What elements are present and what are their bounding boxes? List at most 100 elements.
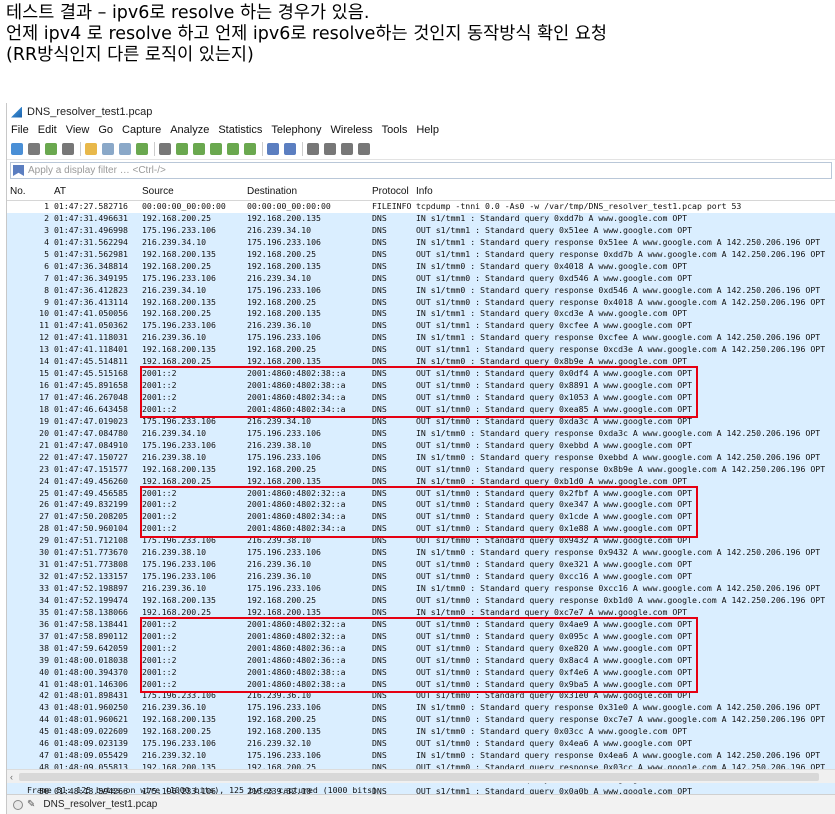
table-row[interactable]: 41 01:48:01.146306 2001::2 2001:4860:4802:3… [7,678,835,691]
table-row[interactable]: 16 01:47:45.891658 2001::2 2001:4860:4802:3… [7,380,835,392]
table-row[interactable]: 44 01:48:01.960621 192.168.200.135 192.168.… [7,714,835,727]
table-row[interactable]: 22 01:47:47.150727 216.239.38.10 175.196.23… [7,451,835,464]
menu-edit[interactable]: Edit [38,124,57,136]
table-row[interactable]: 12 01:47:41.118031 216.239.36.10 175.196.23… [7,332,835,345]
open-folder-icon[interactable] [85,142,97,155]
table-row[interactable]: 29 01:47:51.712108 175.196.233.106 216.239.… [7,535,835,548]
go-forward-icon[interactable] [193,142,205,155]
table-row[interactable]: 9 01:47:36.413114 192.168.200.135 192.168.2… [7,296,835,309]
table-row[interactable]: 23 01:47:47.151577 192.168.200.135 192.168.… [7,463,835,476]
table-row[interactable]: 3 01:47:31.496998 175.196.233.106 216.239.3… [7,224,835,237]
first-packet-icon[interactable] [227,142,239,155]
table-row[interactable]: 13 01:47:41.118401 192.168.200.135 192.168.… [7,344,835,357]
go-to-packet-icon[interactable] [210,142,222,155]
reload-icon[interactable] [136,142,148,155]
table-row[interactable]: 31 01:47:51.773808 175.196.233.106 216.239.… [7,559,835,572]
menu-analyze[interactable]: Analyze [170,124,209,136]
menu-go[interactable]: Go [98,124,113,136]
table-row[interactable]: 17 01:47:46.267048 2001::2 2001:4860:4802:3… [7,392,835,404]
table-row[interactable]: 34 01:47:52.199474 192.168.200.135 192.168.… [7,594,835,607]
packet-detail-line[interactable]: Frame 51: 125 bytes on wire (1000 bits),… [27,785,377,794]
cell-no: 17 [39,392,49,402]
cell-no: 26 [39,499,49,510]
cell-dst: 216.239.38.10 [247,439,312,450]
menu-wireless[interactable]: Wireless [331,124,373,136]
table-row[interactable]: 32 01:47:52.133157 175.196.233.106 216.239.… [7,571,835,583]
column-header-source[interactable]: Source [142,186,174,197]
table-row[interactable]: 33 01:47:52.198897 216.239.36.10 175.196.23… [7,583,835,595]
go-back-icon[interactable] [176,142,188,155]
table-row[interactable]: 5 01:47:31.562981 192.168.200.135 192.168.2… [7,248,835,261]
table-row[interactable]: 2 01:47:31.496631 192.168.200.25 192.168.20… [7,212,835,225]
table-row[interactable]: 28 01:47:50.960104 2001::2 2001:4860:4802:3… [7,523,835,536]
table-row[interactable]: 10 01:47:41.050056 192.168.200.25 192.168.2… [7,308,835,321]
table-row[interactable]: 20 01:47:47.084780 216.239.34.10 175.196.23… [7,427,835,440]
table-row[interactable]: 11 01:47:41.050362 175.196.233.106 216.239.… [7,320,835,333]
stop-icon[interactable] [28,142,40,155]
table-row[interactable]: 26 01:47:49.832199 2001::2 2001:4860:4802:3… [7,499,835,512]
last-packet-icon[interactable] [244,142,256,155]
colorize-icon[interactable] [284,142,296,155]
table-row[interactable]: 40 01:48:00.394370 2001::2 2001:4860:4802:3… [7,666,835,679]
table-row[interactable]: 21 01:47:47.084910 175.196.233.106 216.239.… [7,439,835,452]
edit-comment-icon[interactable]: ✎ [27,799,35,810]
menu-statistics[interactable]: Statistics [218,124,262,136]
zoom-reset-icon[interactable] [341,142,353,155]
toolbar-separator [262,141,263,156]
save-icon[interactable] [102,142,114,155]
table-row[interactable]: 1 01:47:27.582716 00:00:00_00:00:00 00:00:0… [7,201,835,213]
restart-icon[interactable] [45,142,57,155]
table-row[interactable]: 45 01:48:09.022609 192.168.200.25 192.168.2… [7,726,835,739]
column-header-destination[interactable]: Destination [247,186,297,197]
table-row[interactable]: 47 01:48:09.055429 216.239.32.10 175.196.23… [7,750,835,763]
horizontal-scrollbar[interactable]: ‹ [7,769,835,783]
cell-no: 12 [39,332,49,343]
table-row[interactable]: 35 01:47:58.138066 192.168.200.25 192.168.2… [7,606,835,619]
scrollbar-thumb[interactable] [19,773,819,781]
table-row[interactable]: 27 01:47:50.208205 2001::2 2001:4860:4802:3… [7,511,835,524]
column-header-info[interactable]: Info [416,186,433,197]
cell-src: 216.239.38.10 [142,451,207,462]
table-row[interactable]: 6 01:47:36.348814 192.168.200.25 192.168.20… [7,260,835,273]
cell-no: 2 [44,212,49,223]
table-row[interactable]: 7 01:47:36.349195 175.196.233.106 216.239.3… [7,272,835,285]
filter-bookmark-icon[interactable] [13,165,24,176]
table-row[interactable]: 25 01:47:49.456585 2001::2 2001:4860:4802:3… [7,487,835,500]
shark-fin-start-icon[interactable] [11,142,23,155]
resize-columns-icon[interactable] [358,142,370,155]
menu-file[interactable]: File [11,124,29,136]
table-row[interactable]: 37 01:47:58.890112 2001::2 2001:4860:4802:3… [7,630,835,643]
zoom-in-icon[interactable] [307,142,319,155]
table-row[interactable]: 38 01:47:59.642059 2001::2 2001:4860:4802:3… [7,642,835,655]
menu-telephony[interactable]: Telephony [271,124,321,136]
scroll-left-icon[interactable]: ‹ [10,772,13,782]
close-file-icon[interactable] [119,142,131,155]
column-header-protocol[interactable]: Protocol [372,186,409,197]
cell-proto: DNS [372,559,387,570]
table-row[interactable]: 15 01:47:45.515168 2001::2 2001:4860:4802:3… [7,368,835,381]
autoscroll-icon[interactable] [267,142,279,155]
column-header-at[interactable]: AT [54,186,66,197]
menu-tools[interactable]: Tools [382,124,408,136]
table-row[interactable]: 24 01:47:49.456260 192.168.200.25 192.168.2… [7,475,835,488]
table-row[interactable]: 39 01:48:00.018038 2001::2 2001:4860:4802:3… [7,654,835,667]
menu-capture[interactable]: Capture [122,124,161,136]
table-row[interactable]: 19 01:47:47.019023 175.196.233.106 216.239.… [7,415,835,428]
table-row[interactable]: 46 01:48:09.023139 175.196.233.106 216.239.… [7,738,835,751]
find-packet-icon[interactable] [159,142,171,155]
menu-view[interactable]: View [66,124,90,136]
table-row[interactable]: 36 01:47:58.138441 2001::2 2001:4860:4802:3… [7,618,835,631]
toolbar-separator [80,141,81,156]
menu-help[interactable]: Help [416,124,439,136]
table-row[interactable]: 4 01:47:31.562294 216.239.34.10 175.196.233… [7,236,835,249]
display-filter-input[interactable] [28,163,831,178]
options-gear-icon[interactable] [62,142,74,155]
table-row[interactable]: 42 01:48:01.898431 175.196.233.106 216.239.… [7,690,835,703]
table-row[interactable]: 30 01:47:51.773670 216.239.38.10 175.196.23… [7,547,835,560]
table-row[interactable]: 8 01:47:36.412823 216.239.34.10 175.196.233… [7,284,835,297]
table-row[interactable]: 14 01:47:45.514811 192.168.200.25 192.168.2… [7,356,835,369]
column-header-no[interactable]: No. [10,186,26,197]
zoom-out-icon[interactable] [324,142,336,155]
table-row[interactable]: 43 01:48:01.960250 216.239.36.10 175.196.23… [7,702,835,715]
table-row[interactable]: 18 01:47:46.643458 2001::2 2001:4860:4802:3… [7,403,835,416]
